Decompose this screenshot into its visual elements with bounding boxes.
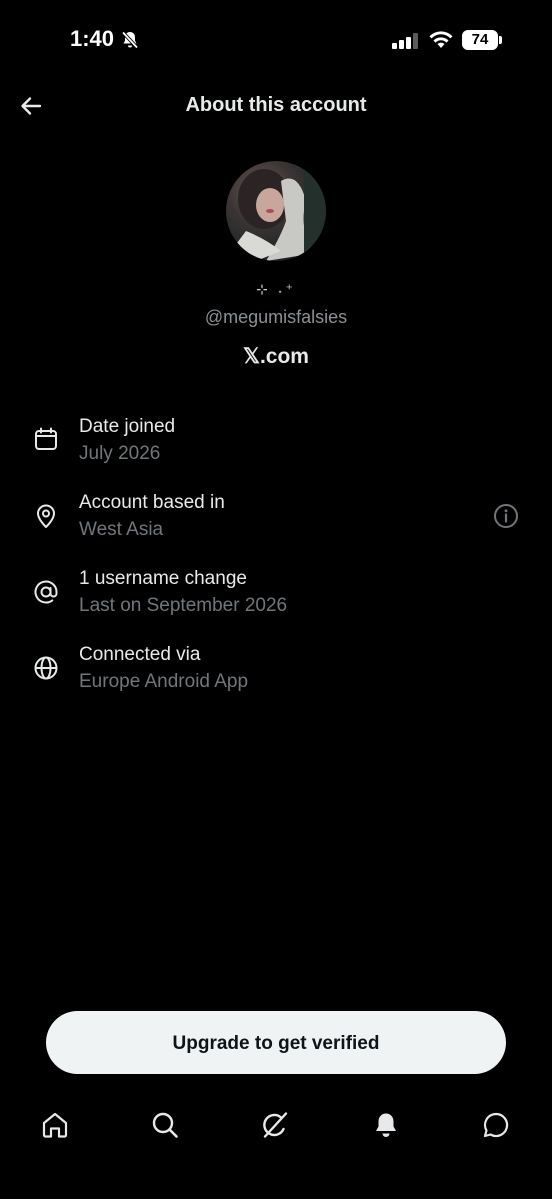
at-sign-icon: [34, 580, 58, 604]
avatar[interactable]: [226, 161, 326, 261]
username-change-label: 1 username change: [79, 568, 247, 589]
username-change-value: Last on September 2026: [79, 595, 288, 616]
bell-slash-icon: [121, 31, 139, 49]
notifications-bell-icon[interactable]: [371, 1110, 401, 1140]
site-link[interactable]: 𝕏.com: [0, 344, 552, 369]
date-joined-label: Date joined: [79, 416, 176, 437]
cellular-signal-icon: [392, 33, 418, 49]
display-name: ⊹ ˖⁺: [256, 281, 296, 297]
globe-icon: [34, 656, 58, 680]
status-time: 1:40: [70, 26, 115, 51]
battery-icon: 74: [462, 30, 498, 50]
grok-icon[interactable]: [260, 1110, 290, 1140]
calendar-icon: [35, 427, 57, 450]
connected-via-label: Connected via: [79, 644, 201, 665]
wifi-icon: [429, 31, 453, 48]
account-based-in-value: West Asia: [79, 519, 164, 540]
connected-via-value: Europe Android App: [79, 671, 249, 692]
info-circle-icon[interactable]: [493, 503, 519, 529]
home-icon[interactable]: [40, 1110, 70, 1140]
date-joined-value: July 2026: [79, 443, 161, 464]
avatar-photo: [231, 161, 326, 261]
location-pin-icon: [37, 504, 55, 528]
battery-nub: [499, 36, 502, 44]
username-handle: @megumisfalsies: [204, 307, 348, 327]
upgrade-button[interactable]: Upgrade to get verified: [46, 1011, 506, 1074]
account-based-in-label: Account based in: [79, 492, 225, 513]
chat-bubble-icon[interactable]: [481, 1110, 511, 1140]
search-icon[interactable]: [150, 1110, 180, 1140]
page-title: About this account: [185, 94, 367, 116]
